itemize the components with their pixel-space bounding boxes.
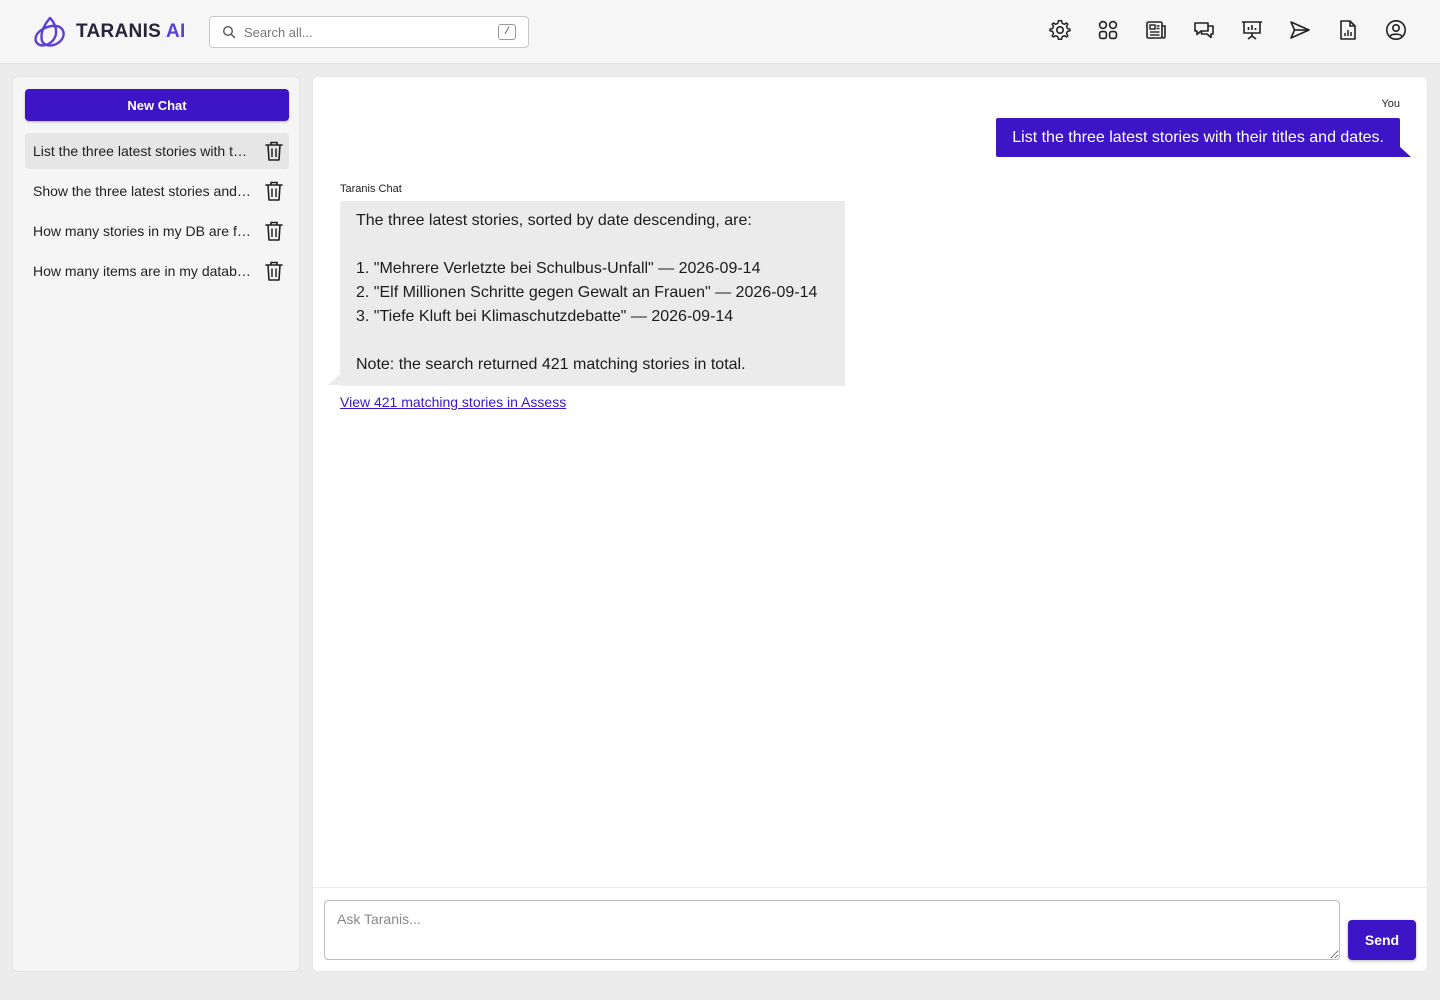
brand-accent: AI (166, 21, 186, 42)
delete-chat-button[interactable] (261, 178, 287, 204)
chat-history-item[interactable]: How many items are in my database? (25, 253, 289, 289)
settings-button[interactable] (1040, 14, 1080, 46)
apps-grid-icon (1098, 20, 1118, 40)
chat-panel: You List the three latest stories with t… (312, 76, 1428, 972)
bot-message-line: 3. "Tiefe Kluft bei Klimaschutzdebatte" … (356, 308, 734, 325)
chat-history-item-label: How many stories in my DB are from this … (33, 223, 253, 239)
chat-bubbles-icon (1194, 22, 1214, 39)
dashboard-button[interactable] (1088, 14, 1128, 46)
user-message-bubble: List the three latest stories with their… (996, 118, 1400, 157)
chat-history-item-label: How many items are in my database? (33, 263, 253, 279)
user-bubble-tail (1399, 146, 1411, 157)
report-file-icon (1340, 20, 1356, 40)
bot-message-line: 1. "Mehrere Verletzte bei Schulbus-Unfal… (356, 260, 761, 277)
publish-button[interactable] (1280, 14, 1320, 46)
bot-message-line (356, 329, 829, 353)
brand-name-text: TARANIS (76, 21, 162, 42)
trash-icon (265, 221, 283, 241)
search-icon (222, 25, 236, 39)
bot-bubble-tail (328, 374, 340, 385)
bot-message-author: Taranis Chat (340, 183, 402, 195)
trash-icon (265, 141, 283, 161)
presentation-icon (1241, 21, 1263, 40)
gear-icon (1049, 20, 1071, 40)
trash-icon (265, 181, 283, 201)
chat-history-item-label: Show the three latest stories and their … (33, 183, 253, 199)
taranis-logo[interactable]: TARANIS AI (32, 14, 186, 50)
delete-chat-button[interactable] (261, 218, 287, 244)
bot-message-line (356, 233, 829, 257)
chat-history-item[interactable]: How many stories in my DB are from this … (25, 213, 289, 249)
view-stories-in-assess-link[interactable]: View 421 matching stories in Assess (340, 394, 566, 410)
user-account-icon (1386, 20, 1406, 40)
composer-divider (313, 887, 1427, 888)
top-header: TARANIS AI / (0, 0, 1440, 64)
top-nav (1032, 14, 1416, 46)
send-button[interactable]: Send (1348, 920, 1416, 960)
assess-button[interactable] (1136, 14, 1176, 46)
search-input[interactable] (244, 18, 484, 46)
user-message-author: You (1381, 98, 1400, 110)
delete-chat-button[interactable] (261, 138, 287, 164)
bot-message-line: Note: the search returned 421 matching s… (356, 356, 746, 373)
chat-input[interactable] (324, 900, 1340, 960)
chat-button[interactable] (1184, 14, 1224, 46)
new-chat-button[interactable]: New Chat (25, 89, 289, 121)
report-button[interactable] (1328, 14, 1368, 46)
bot-message-line: 2. "Elf Millionen Schritte gegen Gewalt … (356, 284, 818, 301)
chat-history-item[interactable]: List the three latest stories with their… (25, 133, 289, 169)
chat-history-list: List the three latest stories with their… (25, 133, 289, 293)
analyze-button[interactable] (1232, 14, 1272, 46)
chat-history-sidebar: New Chat List the three latest stories w… (12, 76, 300, 972)
newspaper-icon (1146, 21, 1166, 39)
taranis-triquetra-icon (34, 16, 65, 47)
chat-history-item[interactable]: Show the three latest stories and their … (25, 173, 289, 209)
delete-chat-button[interactable] (261, 258, 287, 284)
brand-name: TARANIS AI (76, 21, 186, 43)
bot-message-line: The three latest stories, sorted by date… (356, 212, 752, 229)
chat-history-item-label: List the three latest stories with their… (33, 143, 253, 159)
bot-message-bubble: The three latest stories, sorted by date… (340, 201, 845, 386)
user-menu-button[interactable] (1376, 14, 1416, 46)
search-shortcut-hint: / (498, 24, 516, 40)
send-icon (1290, 21, 1310, 39)
user-message-text: List the three latest stories with their… (1012, 128, 1384, 146)
trash-icon (265, 261, 283, 281)
global-search[interactable]: / (209, 16, 529, 48)
